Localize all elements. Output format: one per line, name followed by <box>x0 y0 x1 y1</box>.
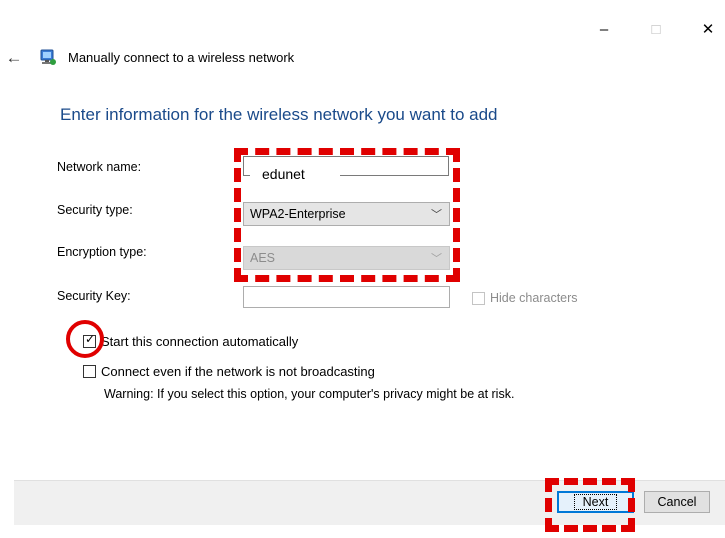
next-button-label: Next <box>573 494 618 510</box>
encryption-type-label: Encryption type: <box>57 245 147 259</box>
security-type-label: Security type: <box>57 203 133 217</box>
start-automatically-label[interactable]: Start this connection automatically <box>101 334 298 349</box>
next-button[interactable]: Next <box>557 491 634 513</box>
network-name-value: edunet <box>262 166 305 182</box>
chevron-down-icon: ﹀ <box>431 253 442 265</box>
back-arrow-icon[interactable]: ← <box>2 46 26 70</box>
encryption-type-select: AES ﹀ <box>243 246 450 270</box>
page-heading: Enter information for the wireless netwo… <box>60 105 498 124</box>
hide-characters-checkbox[interactable] <box>472 292 485 305</box>
privacy-warning-text: Warning: If you select this option, your… <box>104 387 515 401</box>
maximize-button[interactable]: □ <box>636 14 676 44</box>
network-name-label: Network name: <box>57 160 142 174</box>
security-key-label: Security Key: <box>57 289 131 303</box>
cancel-button[interactable]: Cancel <box>644 491 710 513</box>
chevron-down-icon: ﹀ <box>431 209 442 221</box>
hide-characters-label: Hide characters <box>490 291 578 305</box>
close-button[interactable]: ✕ <box>688 14 725 44</box>
checkmark-icon: ✓ <box>85 332 96 346</box>
connect-not-broadcasting-checkbox[interactable] <box>83 365 96 378</box>
connect-not-broadcasting-label[interactable]: Connect even if the network is not broad… <box>101 364 375 379</box>
encryption-type-value: AES <box>250 251 276 265</box>
security-type-select[interactable]: WPA2-Enterprise ﹀ <box>243 202 450 226</box>
wireless-network-icon <box>38 48 58 68</box>
minimize-button[interactable]: – <box>584 14 624 44</box>
security-key-input[interactable] <box>243 286 450 308</box>
window-title: Manually connect to a wireless network <box>68 50 295 65</box>
security-type-value: WPA2-Enterprise <box>250 207 346 221</box>
